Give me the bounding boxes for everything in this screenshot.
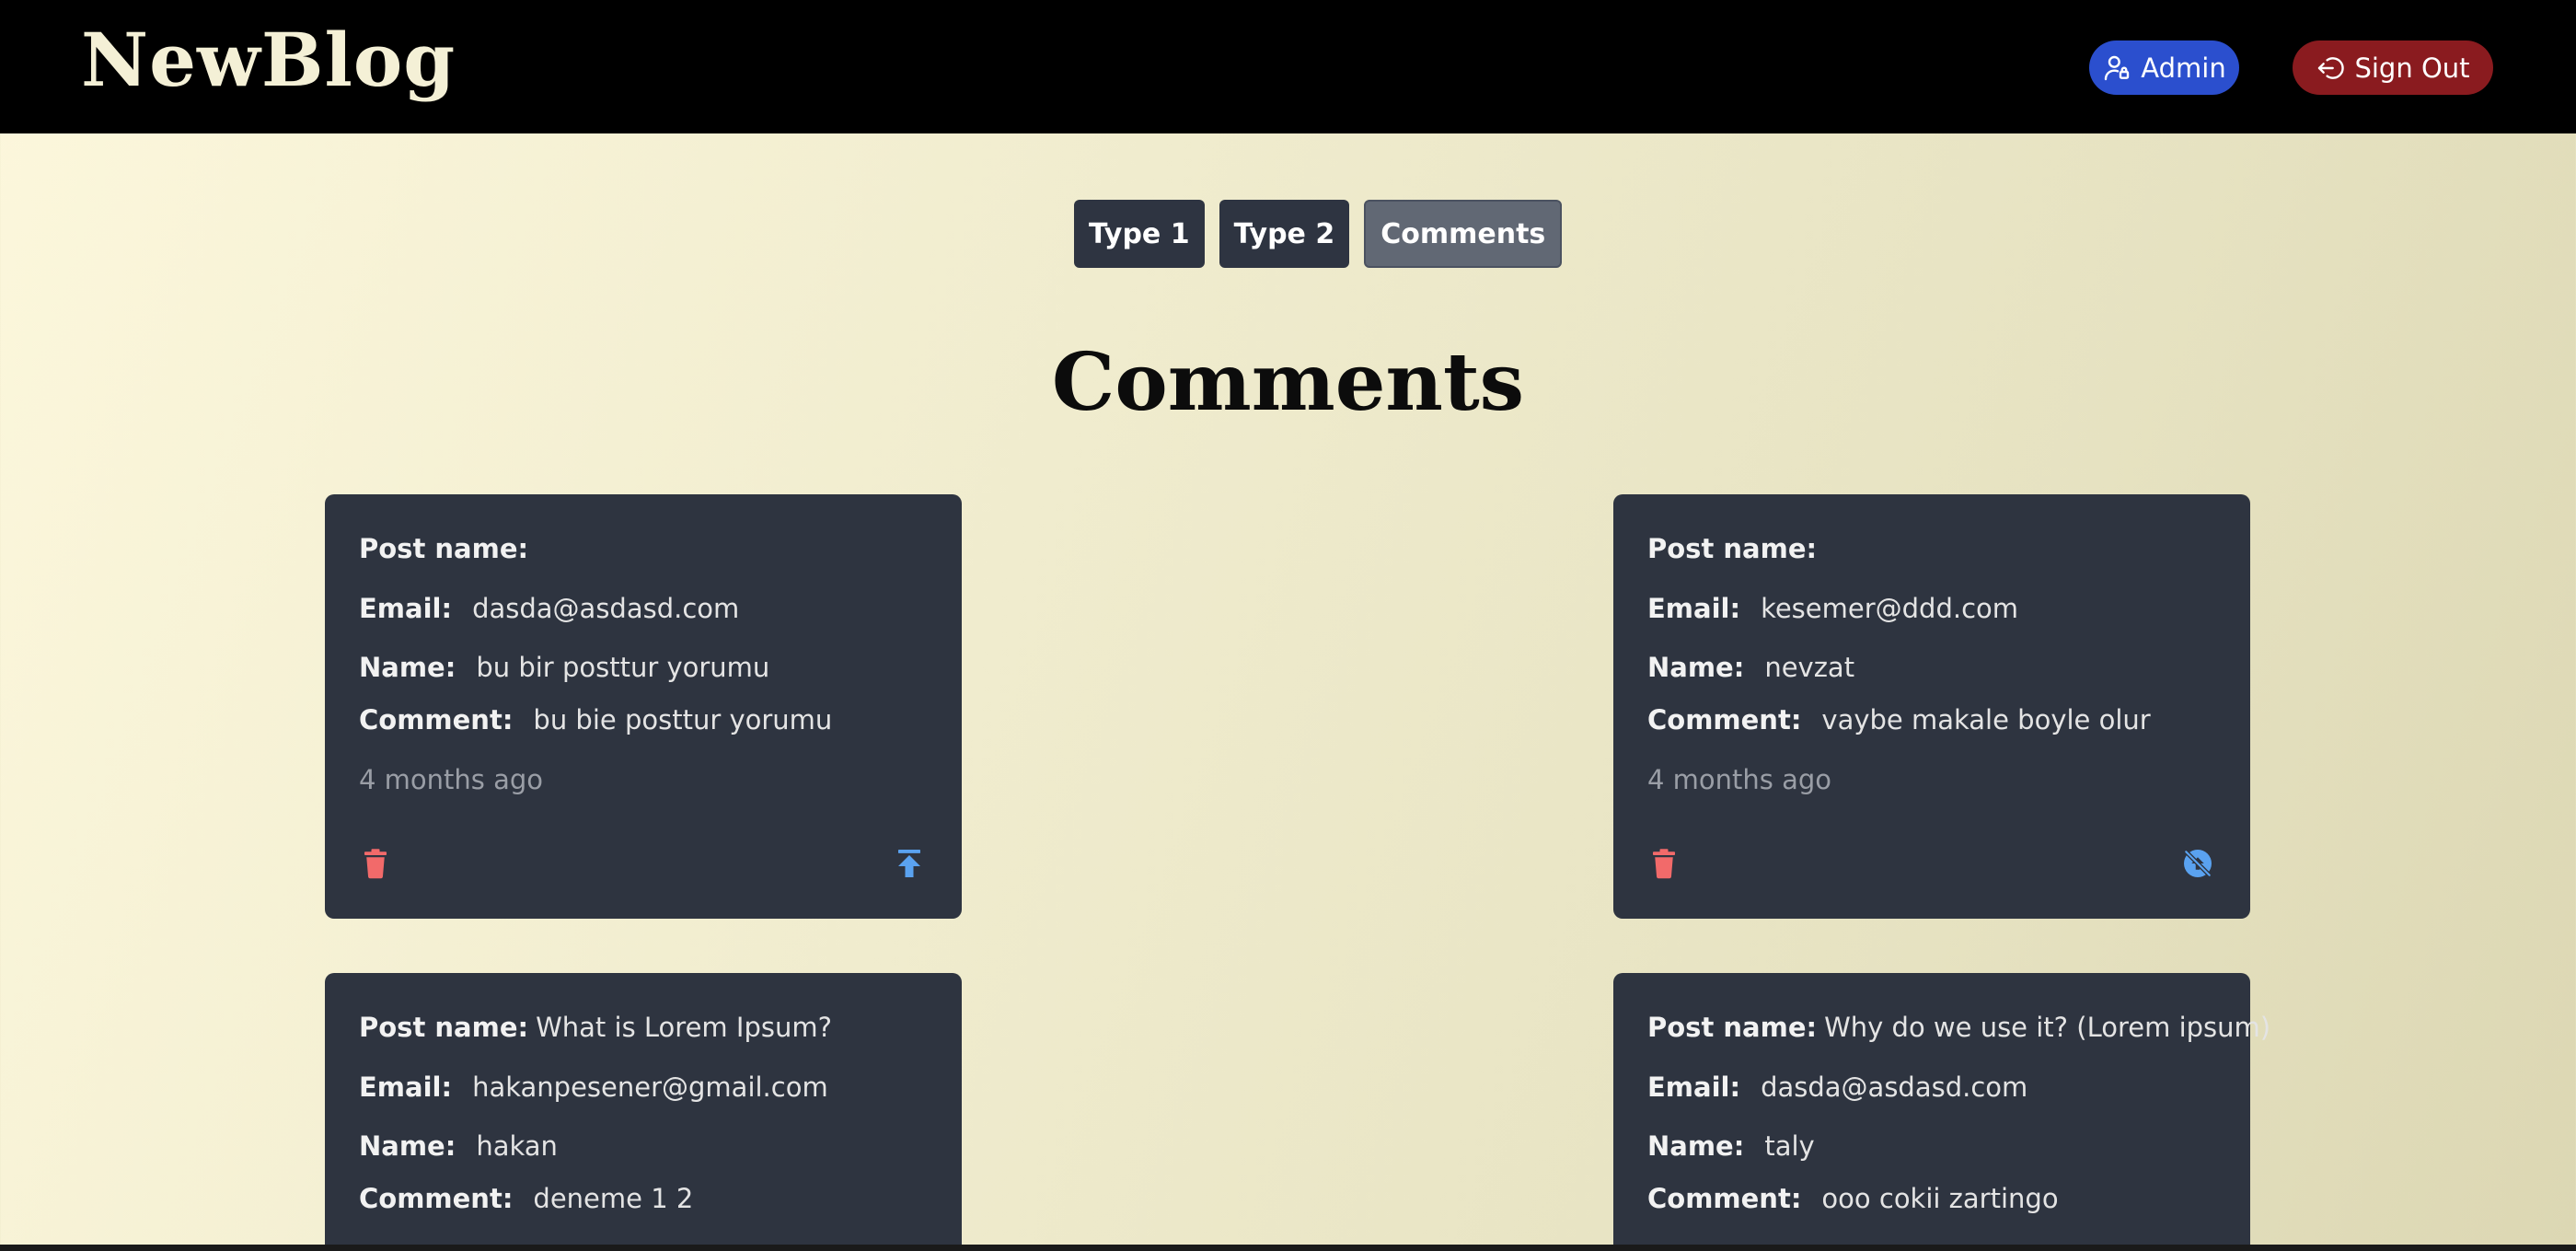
comment-value: bu bie posttur yorumu [533,704,833,736]
publish-icon [898,850,920,877]
post-name-row: Post name: [359,533,536,564]
email-label: Email: [359,593,453,624]
window-bottom-edge [0,1245,2576,1251]
email-row: Email: dasda@asdasd.com [359,593,739,624]
comment-card: Post name: What is Lorem Ipsum? Email: h… [325,973,962,1251]
name-value: taly [1764,1130,1815,1162]
email-label: Email: [1647,1071,1741,1103]
post-name-label: Post name: [1647,1012,1818,1043]
name-value: hakan [476,1130,558,1162]
comment-label: Comment: [1647,1183,1802,1214]
tab-type-1[interactable]: Type 1 [1074,200,1205,268]
post-name-row: Post name: What is Lorem Ipsum? [359,1012,832,1043]
comment-value: vaybe makale boyle olur [1821,704,2151,736]
comment-value: deneme 1 2 [533,1183,694,1214]
comment-card: Post name: Email: dasda@asdasd.com Name:… [325,494,962,919]
email-row: Email: dasda@asdasd.com [1647,1071,2027,1103]
email-value: hakanpesener@gmail.com [472,1071,828,1103]
email-value: kesemer@ddd.com [1761,593,2019,624]
comment-row: Comment: bu bie posttur yorumu [359,704,832,736]
trash-icon [364,849,387,879]
email-row: Email: kesemer@ddd.com [1647,593,2018,624]
email-value: dasda@asdasd.com [472,593,740,624]
email-row: Email: hakanpesener@gmail.com [359,1071,828,1103]
admin-button[interactable]: Admin [2089,41,2239,95]
user-lock-icon [2105,55,2130,80]
comment-card: Post name: Email: kesemer@ddd.com Name: … [1613,494,2250,919]
post-name-value: What is Lorem Ipsum? [536,1012,832,1043]
post-name-label: Post name: [359,533,529,564]
comment-value: ooo cokii zartingo [1821,1183,2059,1214]
comment-timestamp: 4 months ago [359,764,544,795]
unpublish-button[interactable] [2179,845,2216,882]
name-label: Name: [359,652,456,683]
unpublish-icon [2183,849,2212,878]
post-name-label: Post name: [359,1012,529,1043]
comment-card: Post name: Why do we use it? (Lorem ipsu… [1613,973,2270,1251]
post-name-value: Why do we use it? (Lorem ipsum) [1824,1012,2271,1043]
type-tabs: Type 1 Type 2 Comments [1074,200,1563,268]
admin-button-label: Admin [2141,52,2226,84]
name-value: nevzat [1764,652,1855,683]
tab-type-2[interactable]: Type 2 [1219,200,1350,268]
name-label: Name: [359,1130,456,1162]
email-value: dasda@asdasd.com [1761,1071,2028,1103]
name-row: Name: taly [1647,1130,1815,1162]
tab-comments[interactable]: Comments [1364,200,1563,268]
sign-out-button[interactable]: Sign Out [2293,41,2493,95]
name-row: Name: hakan [359,1130,558,1162]
delete-button[interactable] [357,845,394,882]
post-name-label: Post name: [1647,533,1818,564]
comment-label: Comment: [359,704,514,736]
sign-out-icon [2318,56,2345,79]
publish-button[interactable] [891,845,928,882]
comment-row: Comment: ooo cokii zartingo [1647,1183,2059,1214]
name-value: bu bir posttur yorumu [476,652,770,683]
comment-row: Comment: vaybe makale boyle olur [1647,704,2151,736]
site-logo[interactable]: NewBlog [81,17,456,103]
name-row: Name: bu bir posttur yorumu [359,652,769,683]
name-row: Name: nevzat [1647,652,1854,683]
email-label: Email: [359,1071,453,1103]
sign-out-label: Sign Out [2354,52,2470,84]
post-name-row: Post name: Why do we use it? (Lorem ipsu… [1647,1012,2270,1043]
delete-button[interactable] [1646,845,1682,882]
name-label: Name: [1647,652,1745,683]
name-label: Name: [1647,1130,1745,1162]
comment-label: Comment: [359,1183,514,1214]
comment-row: Comment: deneme 1 2 [359,1183,693,1214]
email-label: Email: [1647,593,1741,624]
top-navbar: NewBlog Admin Sign Out [0,0,2576,133]
comment-label: Comment: [1647,704,1802,736]
page-title: Comments [1051,336,1525,429]
comment-timestamp: 4 months ago [1647,764,1832,795]
post-name-row: Post name: [1647,533,1824,564]
trash-icon [1653,849,1675,879]
